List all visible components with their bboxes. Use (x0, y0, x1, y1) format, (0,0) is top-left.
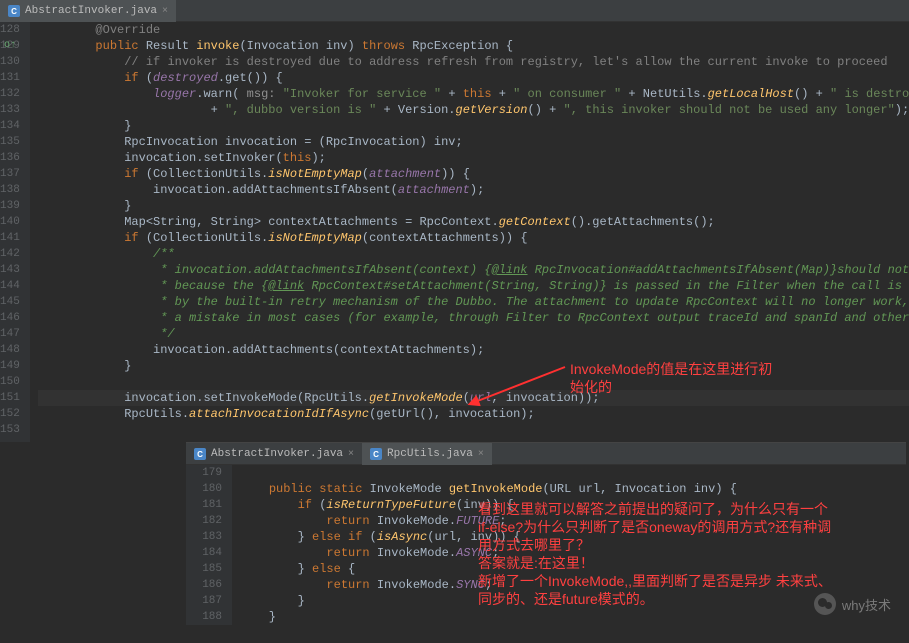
main-editor: o↑ 1281291301311321331341351361371381391… (0, 22, 909, 442)
wechat-icon (814, 593, 836, 615)
watermark: why技术 (814, 593, 891, 615)
tab-label: AbstractInvoker.java (211, 448, 343, 460)
top-tab-bar: C AbstractInvoker.java × (0, 0, 909, 22)
tab-label: AbstractInvoker.java (25, 5, 157, 17)
code-area[interactable]: @Override public Result invoke(Invocatio… (30, 22, 909, 442)
watermark-text: why技术 (842, 595, 891, 614)
java-class-icon: C (8, 5, 20, 17)
line-gutter: o↑ 1281291301311321331341351361371381391… (0, 22, 30, 442)
java-class-icon: C (194, 448, 206, 460)
tab-rpcutils[interactable]: C RpcUtils.java × (362, 443, 492, 465)
close-icon[interactable]: × (162, 6, 168, 17)
tab-abstractinvoker-inset[interactable]: C AbstractInvoker.java × (186, 443, 362, 465)
close-icon[interactable]: × (348, 449, 354, 460)
override-gutter-icon[interactable]: o↑ (4, 38, 16, 54)
annotation-invokemode-init: InvokeMode的值是在这里进行初始化的 (570, 360, 772, 396)
inset-tab-bar: C AbstractInvoker.java × C RpcUtils.java… (186, 443, 906, 465)
java-class-icon: C (370, 448, 382, 460)
line-gutter: 179180181182183184185186187188 (186, 465, 232, 625)
tab-label: RpcUtils.java (387, 448, 473, 460)
tab-abstractinvoker[interactable]: C AbstractInvoker.java × (0, 0, 176, 22)
annotation-explanation: 看到这里就可以解答之前提出的疑问了，为什么只有一个if-else?为什么只判断了… (478, 500, 898, 608)
close-icon[interactable]: × (478, 449, 484, 460)
